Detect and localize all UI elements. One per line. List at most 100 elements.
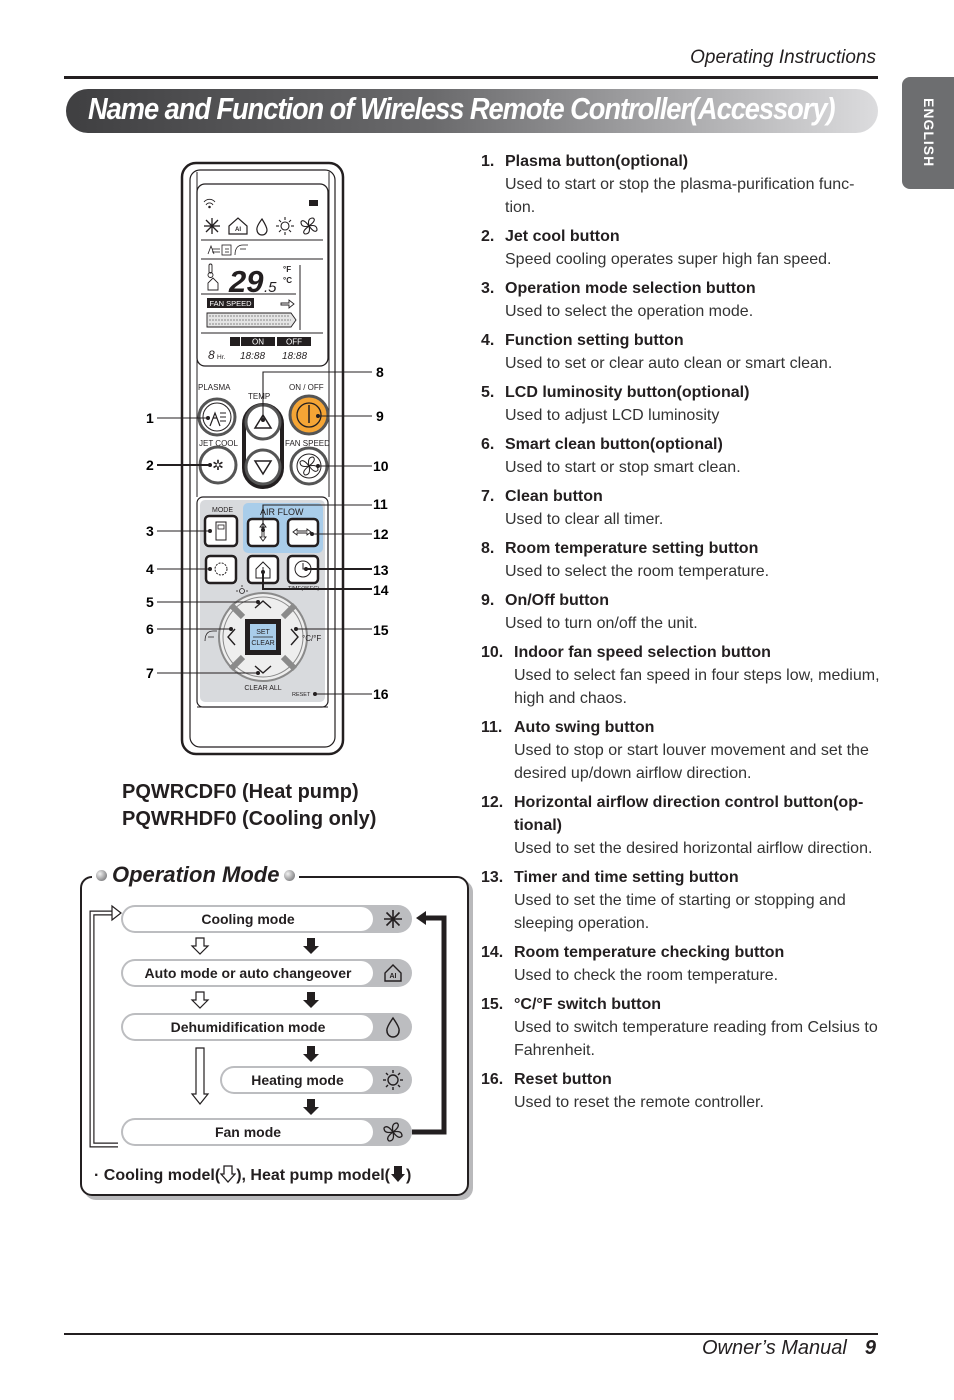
function-item: 9. On/Off button Used to turn on/off the u… bbox=[481, 589, 881, 635]
function-item: 5. LCD luminosity button(optional) Used to… bbox=[481, 381, 881, 427]
item-number: 12. bbox=[481, 794, 504, 811]
item-title: Room temperature setting button bbox=[505, 540, 759, 557]
mode-dehumidification: Dehumidification mode bbox=[121, 1013, 412, 1041]
item-number: 8. bbox=[481, 540, 495, 557]
note-prefix: · Cooling model( bbox=[94, 1167, 221, 1184]
label-plasma: PLASMA bbox=[198, 383, 231, 392]
function-item: 6. Smart clean button(optional) Used to st… bbox=[481, 433, 881, 479]
battery-icon bbox=[309, 200, 318, 206]
item-desc: Used to select fan speed in four steps l… bbox=[514, 667, 880, 707]
sun-icon bbox=[383, 1070, 403, 1090]
language-tab-label: ENGLISH bbox=[921, 98, 937, 168]
callout-14: 14 bbox=[373, 582, 389, 598]
item-desc: Used to stop or start louver movement an… bbox=[514, 742, 869, 782]
item-desc: Used to set the time of starting or stop… bbox=[514, 892, 846, 932]
bullet-ball-icon bbox=[284, 869, 296, 881]
callout-1: 1 bbox=[146, 410, 154, 426]
item-title: Auto swing button bbox=[514, 719, 655, 736]
item-desc: Used to switch temperature reading from … bbox=[514, 1019, 878, 1059]
label-temp: TEMP bbox=[248, 392, 270, 401]
snowflake-icon bbox=[384, 910, 402, 928]
lcd-timer-off: OFF bbox=[286, 338, 302, 347]
item-title: Horizontal airflow direction control but… bbox=[514, 794, 864, 834]
item-desc: Speed cooling operates super high fan sp… bbox=[505, 251, 832, 268]
label-clear: CLEAR bbox=[251, 640, 274, 647]
item-number: 11. bbox=[481, 719, 503, 736]
on-off-button[interactable] bbox=[288, 394, 330, 436]
callout-4: 4 bbox=[146, 561, 154, 577]
item-desc: Used to select the operation mode. bbox=[505, 303, 754, 320]
item-number: 4. bbox=[481, 332, 495, 349]
function-item: 4. Function setting button Used to set or … bbox=[481, 329, 881, 375]
item-number: 15. bbox=[481, 996, 504, 1013]
item-title: °C/°F switch button bbox=[514, 996, 661, 1013]
language-tab-label-wrap: ENGLISH bbox=[903, 78, 954, 188]
section-header: Operating Instructions bbox=[690, 47, 876, 68]
item-number: 3. bbox=[481, 280, 495, 297]
solid-arrow-down-icon bbox=[390, 1166, 405, 1182]
item-title: Plasma button(optional) bbox=[505, 153, 689, 170]
item-title: Operation mode selection button bbox=[505, 280, 756, 297]
callout-10: 10 bbox=[373, 458, 389, 474]
mode-heating-label: Heating mode bbox=[222, 1068, 373, 1092]
item-number: 2. bbox=[481, 228, 495, 245]
lcd-timer-on: ON bbox=[252, 338, 264, 347]
horizontal-airflow-button[interactable] bbox=[286, 517, 320, 548]
item-title: Reset button bbox=[514, 1071, 612, 1088]
lcd-sleep-icon bbox=[230, 337, 240, 346]
item-number: 13. bbox=[481, 869, 504, 886]
function-item: 11. Auto swing button Used to stop or star… bbox=[481, 716, 881, 785]
callout-16: 16 bbox=[373, 686, 389, 702]
lcd-temperature-decimal: .5 bbox=[264, 279, 277, 296]
item-title: Room temperature checking button bbox=[514, 944, 785, 961]
item-desc: Used to turn on/off the unit. bbox=[505, 615, 698, 632]
item-desc: Used to start or stop the plasma-purific… bbox=[505, 176, 855, 216]
label-reset: RESET bbox=[292, 692, 311, 698]
item-title: LCD luminosity button(optional) bbox=[505, 384, 750, 401]
callout-2: 2 bbox=[146, 457, 154, 473]
label-on-off: ON / OFF bbox=[289, 383, 324, 392]
item-title: Indoor fan speed selection button bbox=[514, 644, 771, 661]
footer-manual-title: Owner’s Manual bbox=[701, 1337, 847, 1359]
item-desc: Used to check the room temperature. bbox=[514, 967, 779, 984]
item-desc: Used to clear all timer. bbox=[505, 511, 664, 528]
header-rule bbox=[64, 76, 878, 79]
callout-11: 11 bbox=[373, 496, 388, 512]
function-item: 8. Room temperature setting button Used to… bbox=[481, 537, 881, 583]
footer-rule bbox=[64, 1333, 878, 1335]
item-number: 10. bbox=[481, 644, 504, 661]
outline-arrow-down-icon bbox=[219, 1165, 237, 1183]
lcd-unit-c: °C bbox=[283, 276, 292, 285]
mode-cooling: Cooling mode bbox=[121, 905, 412, 933]
remote-controller-diagram: AI 29 .5 °F °C FAN SPEED ON OFF 8 Hr. 18… bbox=[146, 161, 389, 756]
page-number: 9 bbox=[864, 1337, 876, 1359]
item-number: 9. bbox=[481, 592, 495, 609]
item-title: Smart clean button(optional) bbox=[505, 436, 723, 453]
callout-3: 3 bbox=[146, 523, 154, 539]
plasma-button[interactable] bbox=[197, 397, 237, 437]
function-list: 1. Plasma button(optional) Used to start o… bbox=[481, 150, 881, 1120]
function-item: 15. °C/°F switch button Used to switch tem… bbox=[481, 993, 881, 1062]
function-item: 2. Jet cool button Speed cooling operates … bbox=[481, 225, 881, 271]
temp-down-button[interactable] bbox=[244, 448, 282, 486]
callout-9: 9 bbox=[376, 408, 384, 424]
note-middle: ), Heat pump model( bbox=[236, 1167, 390, 1184]
item-number: 1. bbox=[481, 153, 495, 170]
label-clear-all: CLEAR ALL bbox=[244, 685, 281, 692]
fan-icon bbox=[383, 1122, 403, 1142]
lcd-fan-speed-label: FAN SPEED bbox=[209, 299, 252, 308]
mode-dehumidification-label: Dehumidification mode bbox=[123, 1015, 373, 1039]
callout-8: 8 bbox=[376, 364, 384, 380]
model-heat-pump: PQWRCDF0 (Heat pump) bbox=[122, 781, 359, 803]
item-desc: Used to set or clear auto clean or smart… bbox=[505, 355, 833, 372]
reset-button[interactable] bbox=[313, 692, 317, 696]
callout-15: 15 bbox=[373, 622, 389, 638]
jet-cool-icon: ✲ bbox=[212, 458, 224, 474]
item-desc: Used to start or stop smart clean. bbox=[505, 459, 741, 476]
mode-auto: Auto mode or auto changeover AI bbox=[121, 959, 412, 987]
item-desc: Used to set the desired horizontal airfl… bbox=[514, 840, 873, 857]
callout-12: 12 bbox=[373, 526, 389, 542]
label-cf: °C/°F bbox=[302, 634, 321, 643]
footer: Owner’s Manual 9 bbox=[702, 1337, 876, 1360]
lcd-fan-icon bbox=[300, 217, 318, 235]
